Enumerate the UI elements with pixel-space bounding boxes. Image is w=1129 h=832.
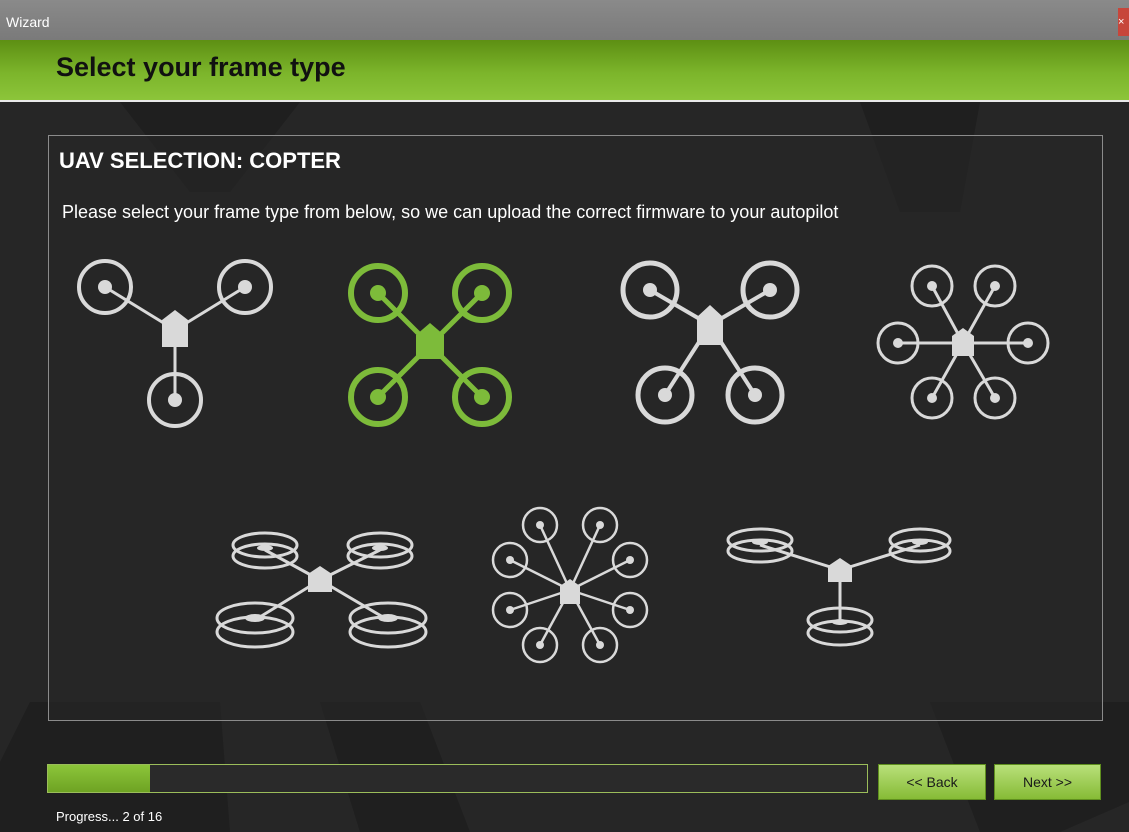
progress-bar	[47, 764, 868, 793]
tricopter-frame-icon[interactable]	[70, 255, 290, 435]
window-title: Wizard	[6, 14, 50, 30]
octocopter-2-frame-icon[interactable]	[485, 505, 655, 675]
progress-bar-fill	[48, 765, 151, 792]
y6-coaxial-frame-icon[interactable]	[720, 520, 960, 670]
back-button[interactable]: << Back	[878, 764, 986, 800]
octa-quad-coaxial-frame-icon[interactable]	[210, 520, 440, 670]
page-header: Select your frame type	[0, 40, 1129, 102]
panel-heading: UAV SELECTION: COPTER	[59, 148, 341, 173]
next-button[interactable]: Next >>	[994, 764, 1101, 800]
panel-description: Please select your frame type from below…	[62, 202, 839, 222]
close-icon[interactable]: ×	[1118, 8, 1129, 36]
octocopter-frame-icon[interactable]	[870, 258, 1060, 428]
window-titlebar: Wizard ×	[0, 0, 1129, 40]
progress-label: Progress... 2 of 16	[56, 809, 163, 824]
quadcopter-x-frame-icon[interactable]	[340, 255, 520, 435]
page-title: Select your frame type	[56, 52, 346, 82]
hexacopter-frame-icon[interactable]	[610, 255, 810, 435]
